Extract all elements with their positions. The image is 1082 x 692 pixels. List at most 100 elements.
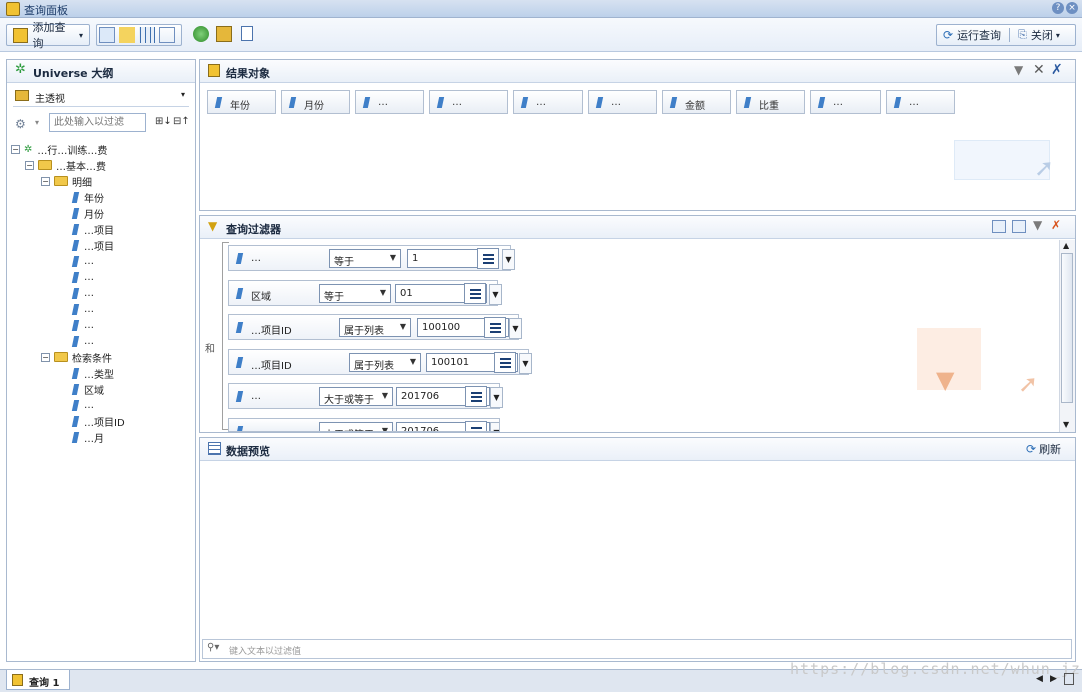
perspective-label: 主透视 bbox=[35, 94, 65, 105]
close-button[interactable]: ⎘ 关闭 ▾ bbox=[1018, 27, 1060, 43]
and-operator-label[interactable]: 和 bbox=[205, 340, 215, 355]
operator-select[interactable]: 小于或等于 ▼ bbox=[319, 421, 393, 431]
tree-item[interactable]: …项目 bbox=[71, 237, 114, 253]
filter-row[interactable]: … 等于 ▼ 1 ▼ bbox=[228, 245, 515, 271]
tree-item[interactable]: … bbox=[71, 397, 94, 413]
filter-icon[interactable]: ▼ bbox=[1014, 63, 1023, 77]
chevron-down-icon[interactable]: ▼ bbox=[489, 283, 502, 305]
tree-item[interactable]: …月 bbox=[71, 429, 104, 445]
tree-item[interactable]: … bbox=[71, 253, 94, 269]
tree-item[interactable]: … bbox=[71, 333, 94, 349]
tree-item-label: … bbox=[84, 303, 94, 315]
operator-select[interactable]: 等于 ▼ bbox=[329, 249, 401, 268]
dimension-icon bbox=[71, 223, 80, 235]
value-list-button[interactable]: ▼ bbox=[494, 351, 532, 374]
tree-item[interactable]: … bbox=[71, 269, 94, 285]
tree-item[interactable]: − 检索条件 bbox=[41, 349, 112, 365]
tab-list-icon[interactable] bbox=[1064, 673, 1074, 685]
result-object-chip[interactable]: … bbox=[886, 90, 955, 114]
value-list-button[interactable]: ▼ bbox=[464, 282, 502, 305]
operator-select[interactable]: 大于或等于 ▼ bbox=[319, 387, 393, 406]
chevron-down-icon[interactable]: ▼ bbox=[509, 318, 522, 339]
tree-item[interactable]: …类型 bbox=[71, 365, 114, 381]
result-object-chip[interactable]: … bbox=[588, 90, 657, 114]
chevron-down-icon[interactable]: ▾ bbox=[35, 118, 39, 127]
tab-scroll-left-icon[interactable]: ◀ bbox=[1036, 674, 1043, 684]
wrench-icon[interactable]: ⚙ bbox=[15, 117, 26, 131]
tab-scroll-right-icon[interactable]: ▶ bbox=[1050, 674, 1057, 684]
remove-all-icon[interactable]: ✗ bbox=[1051, 62, 1063, 78]
properties-icon[interactable] bbox=[216, 26, 232, 42]
predefined-filter-icon[interactable] bbox=[992, 220, 1006, 233]
chevron-down-icon[interactable]: ▼ bbox=[519, 352, 532, 374]
filter-row[interactable]: 区域 等于 ▼ 01 ▼ bbox=[228, 279, 502, 306]
tree-item[interactable]: … bbox=[71, 317, 94, 333]
chevron-down-icon[interactable]: ▼ bbox=[490, 421, 499, 431]
filter-row[interactable]: …项目ID 属于列表 ▼ 100101 ▼ bbox=[228, 348, 532, 375]
expand-all-icon[interactable]: ⊞↓ bbox=[155, 116, 172, 127]
perspective-select[interactable]: 主透视 ▾ bbox=[13, 87, 189, 107]
remove-icon[interactable]: ✕ bbox=[1033, 62, 1045, 78]
dimension-icon bbox=[743, 97, 752, 108]
value-list-button[interactable]: ▼ bbox=[484, 317, 522, 339]
tree-item[interactable]: … bbox=[71, 285, 94, 301]
result-object-chip[interactable]: … bbox=[429, 90, 508, 114]
result-object-chip[interactable]: … bbox=[810, 90, 881, 114]
filters-scrollbar[interactable]: ▲ ▼ bbox=[1059, 240, 1075, 432]
scroll-thumb[interactable] bbox=[1061, 253, 1073, 403]
result-object-chip[interactable]: 金额 bbox=[662, 90, 731, 114]
value-list-button[interactable]: ▼ bbox=[465, 420, 499, 431]
query-tab[interactable]: 查询 1 bbox=[6, 670, 70, 690]
value-list-button[interactable]: ▼ bbox=[477, 248, 515, 270]
panel-view-icon[interactable] bbox=[159, 27, 175, 43]
collapse-toggle-icon[interactable]: − bbox=[41, 176, 50, 186]
outline-filter-input[interactable] bbox=[49, 113, 146, 132]
filter-row[interactable]: … 小于或等于 ▼ 201706 ▼ bbox=[228, 417, 500, 432]
preview-filter-box[interactable]: ⚲▾ 键入文本以过滤值 bbox=[202, 639, 1072, 659]
universe-icon[interactable] bbox=[193, 26, 209, 42]
run-query-button[interactable]: ⟳ 运行查询 bbox=[943, 27, 1001, 43]
chevron-down-icon[interactable]: ▼ bbox=[490, 387, 503, 408]
add-filter-icon[interactable] bbox=[1012, 220, 1026, 233]
tree-item[interactable]: − ✲ …行…训练…费 bbox=[11, 141, 107, 157]
tree-item[interactable]: 区域 bbox=[71, 381, 104, 397]
operator-select[interactable]: 等于 ▼ bbox=[319, 283, 391, 303]
filter-row[interactable]: …项目ID 属于列表 ▼ 100100 ▼ bbox=[228, 314, 522, 340]
tree-item[interactable]: − …基本…费 bbox=[25, 157, 106, 173]
tree-item[interactable]: − 明细 bbox=[41, 173, 92, 189]
sql-document-icon[interactable] bbox=[241, 26, 253, 41]
value-list-button[interactable]: ▼ bbox=[465, 386, 503, 408]
tree-item[interactable]: 月份 bbox=[71, 205, 104, 221]
scroll-up-icon[interactable]: ▲ bbox=[1063, 241, 1069, 250]
help-icon[interactable]: ? bbox=[1052, 2, 1064, 14]
layout-icon[interactable] bbox=[99, 27, 115, 43]
add-query-label: 添加查询 bbox=[32, 21, 66, 50]
collapse-toggle-icon[interactable]: − bbox=[25, 160, 34, 170]
preview-filter-placeholder[interactable]: 键入文本以过滤值 bbox=[229, 644, 301, 657]
edit-layout-icon[interactable] bbox=[119, 27, 135, 43]
result-object-chip[interactable]: … bbox=[513, 90, 583, 114]
result-object-chip[interactable]: … bbox=[355, 90, 424, 114]
filter-icon[interactable]: ▼ bbox=[1033, 218, 1042, 232]
grid-view-icon[interactable] bbox=[139, 27, 155, 43]
tree-item[interactable]: …项目 bbox=[71, 221, 114, 237]
tree-item[interactable]: 年份 bbox=[71, 189, 104, 205]
collapse-all-icon[interactable]: ⊟↑ bbox=[173, 116, 190, 127]
collapse-toggle-icon[interactable]: − bbox=[41, 352, 50, 362]
add-query-button[interactable]: 添加查询 ▾ bbox=[6, 21, 90, 50]
tree-item-label: … bbox=[84, 319, 94, 331]
operator-select[interactable]: 属于列表 ▼ bbox=[349, 352, 421, 372]
close-window-icon[interactable]: × bbox=[1066, 2, 1078, 14]
remove-filter-icon[interactable]: ✗ bbox=[1051, 218, 1061, 232]
collapse-toggle-icon[interactable]: − bbox=[11, 144, 20, 154]
result-object-chip[interactable]: 年份 bbox=[207, 90, 276, 114]
scroll-down-icon[interactable]: ▼ bbox=[1063, 420, 1069, 429]
chevron-down-icon[interactable]: ▼ bbox=[502, 249, 515, 270]
refresh-button[interactable]: ⟳ 刷新 bbox=[1026, 441, 1061, 457]
operator-select[interactable]: 属于列表 ▼ bbox=[339, 318, 411, 337]
result-object-chip[interactable]: 比重 bbox=[736, 90, 805, 114]
tree-item[interactable]: …项目ID bbox=[71, 413, 125, 429]
tree-item[interactable]: … bbox=[71, 301, 94, 317]
result-object-chip[interactable]: 月份 bbox=[281, 90, 350, 114]
filter-row[interactable]: … 大于或等于 ▼ 201706 ▼ bbox=[228, 383, 503, 409]
